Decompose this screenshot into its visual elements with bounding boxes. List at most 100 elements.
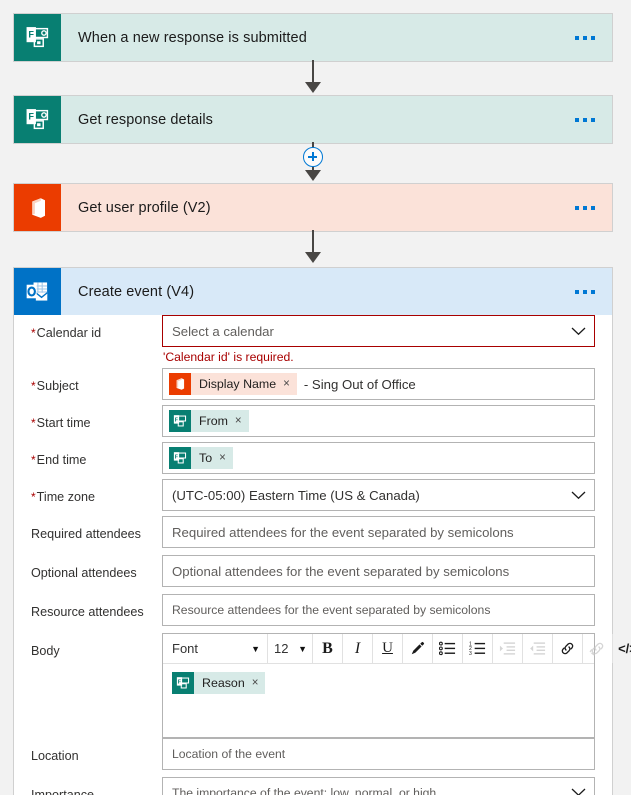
more-commands-icon[interactable] (575, 35, 595, 40)
office-365-outlook-icon (14, 268, 61, 315)
office-365-users-icon (14, 184, 61, 231)
flow-step-header-3[interactable]: Get user profile (V2) (14, 184, 612, 231)
flow-designer-canvas: F When a new response is submitted F Get… (0, 0, 631, 795)
more-commands-icon[interactable] (575, 205, 595, 210)
token-label: To (199, 451, 213, 465)
chevron-down-icon (563, 488, 586, 503)
field-label-optional-attendees: Optional attendees (31, 566, 137, 580)
flow-connector-arrow-3 (305, 252, 321, 263)
dynamic-content-token-to[interactable]: F To × (169, 447, 233, 469)
form-row-importance: Importance The importance of the event: … (14, 777, 612, 795)
flow-step-card-3[interactable]: Get user profile (V2) (13, 183, 613, 232)
required-indicator: * (31, 379, 36, 393)
microsoft-forms-icon: F (172, 672, 194, 694)
more-commands-icon[interactable] (575, 289, 595, 294)
svg-text:3: 3 (469, 651, 472, 656)
field-label-calendar-id: *Calendar id (31, 326, 102, 340)
dynamic-content-token-display-name[interactable]: Display Name × (169, 373, 297, 395)
flow-step-header-2[interactable]: F Get response details (14, 96, 612, 143)
field-label-importance: Importance (31, 788, 94, 795)
flow-connector-arrow-2 (305, 170, 321, 181)
font-family-select[interactable]: Font ▼ (163, 634, 267, 663)
remove-token-icon[interactable]: × (252, 672, 266, 694)
remove-token-icon[interactable]: × (219, 447, 233, 469)
form-row-body: Body Font ▼ 12 ▼ B I U 1 2 3 </ F Reason… (14, 633, 631, 738)
field-label-subject: *Subject (31, 379, 79, 393)
flow-step-card-1[interactable]: F When a new response is submitted (13, 13, 613, 62)
microsoft-forms-icon: F (14, 96, 61, 143)
token-label: From (199, 414, 228, 428)
required-indicator: * (31, 326, 36, 340)
flow-step-card-4[interactable]: Create event (V4) *Calendar id Select a … (13, 267, 631, 795)
field-label-start-time: *Start time (31, 416, 91, 430)
field-label-time-zone: *Time zone (31, 490, 95, 504)
microsoft-forms-icon: F (14, 14, 61, 61)
required-indicator: * (31, 490, 36, 504)
field-label-body: Body (31, 644, 60, 658)
rich-text-toolbar: Font ▼ 12 ▼ B I U 1 2 3 </ (163, 634, 631, 664)
text-color-icon[interactable] (403, 634, 432, 663)
form-row-required-attendees: Required attendees Required attendees fo… (14, 516, 612, 555)
add-step-button[interactable] (303, 147, 323, 167)
outdent-icon[interactable] (523, 634, 552, 663)
microsoft-forms-icon: F (169, 447, 191, 469)
flow-step-title: When a new response is submitted (78, 29, 307, 46)
chevron-down-icon (563, 324, 586, 339)
location-input[interactable]: Location of the event (162, 738, 595, 770)
start-time-input[interactable]: F From × (162, 405, 595, 437)
numbered-list-icon[interactable]: 123 (463, 634, 492, 663)
field-label-resource-attendees: Resource attendees (31, 605, 144, 619)
remove-token-icon[interactable]: × (235, 410, 249, 432)
token-label: Display Name (199, 377, 277, 391)
optional-attendees-input[interactable]: Optional attendees for the event separat… (162, 555, 595, 587)
bold-icon[interactable]: B (313, 634, 342, 663)
location-placeholder: Location of the event (172, 747, 286, 761)
more-commands-icon[interactable] (575, 117, 595, 122)
form-row-time-zone: *Time zone (UTC-05:00) Eastern Time (US … (14, 479, 612, 516)
font-size-value: 12 (274, 641, 289, 656)
microsoft-forms-icon: F (169, 410, 191, 432)
form-row-start-time: *Start time F From × (14, 405, 612, 442)
flow-step-header-4[interactable]: Create event (V4) (14, 268, 612, 315)
body-rich-text-editor[interactable]: Font ▼ 12 ▼ B I U 1 2 3 </ F Reason × (162, 633, 631, 738)
form-row-subject: *Subject Display Name × - Sing Out of Of… (14, 368, 612, 405)
end-time-input[interactable]: F To × (162, 442, 595, 474)
form-row-optional-attendees: Optional attendees Optional attendees fo… (14, 555, 612, 594)
italic-icon[interactable]: I (343, 634, 372, 663)
importance-placeholder: The importance of the event: low, normal… (172, 786, 437, 795)
chevron-down-icon: ▼ (251, 643, 260, 654)
dynamic-content-token-reason[interactable]: F Reason × (172, 672, 266, 694)
indent-icon[interactable] (493, 634, 522, 663)
token-label: Reason (202, 676, 245, 690)
resource-attendees-placeholder: Resource attendees for the event separat… (172, 603, 491, 617)
flow-step-header-1[interactable]: F When a new response is submitted (14, 14, 612, 61)
field-label-required-attendees: Required attendees (31, 527, 141, 541)
flow-step-title: Get user profile (V2) (78, 199, 211, 216)
importance-dropdown[interactable]: The importance of the event: low, normal… (162, 777, 595, 795)
remove-token-icon[interactable]: × (283, 373, 297, 395)
subject-input[interactable]: Display Name × - Sing Out of Office (162, 368, 595, 400)
calendar-id-error-message: 'Calendar id' is required. (163, 350, 294, 364)
calendar-id-dropdown[interactable]: Select a calendar (162, 315, 595, 347)
dynamic-content-token-from[interactable]: F From × (169, 410, 249, 432)
insert-link-icon[interactable] (553, 634, 582, 663)
flow-step-title: Create event (V4) (78, 283, 195, 300)
subject-static-text: - Sing Out of Office (303, 376, 416, 392)
bulleted-list-icon[interactable] (433, 634, 462, 663)
flow-connector-arrow-1 (305, 82, 321, 93)
optional-attendees-placeholder: Optional attendees for the event separat… (172, 563, 510, 579)
resource-attendees-input[interactable]: Resource attendees for the event separat… (162, 594, 595, 626)
underline-icon[interactable]: U (373, 634, 402, 663)
time-zone-dropdown[interactable]: (UTC-05:00) Eastern Time (US & Canada) (162, 479, 595, 511)
code-view-icon[interactable]: </> (613, 634, 631, 663)
calendar-id-placeholder: Select a calendar (172, 323, 274, 339)
font-size-select[interactable]: 12 ▼ (268, 634, 312, 663)
body-editor-content[interactable]: F Reason × (163, 664, 594, 737)
required-attendees-input[interactable]: Required attendees for the event separat… (162, 516, 595, 548)
font-family-value: Font (172, 641, 199, 656)
form-row-calendar-id: *Calendar id Select a calendar 'Calendar… (14, 315, 612, 368)
remove-link-icon[interactable] (583, 634, 612, 663)
time-zone-value: (UTC-05:00) Eastern Time (US & Canada) (172, 487, 420, 503)
chevron-down-icon (563, 786, 586, 795)
flow-step-card-2[interactable]: F Get response details (13, 95, 613, 144)
